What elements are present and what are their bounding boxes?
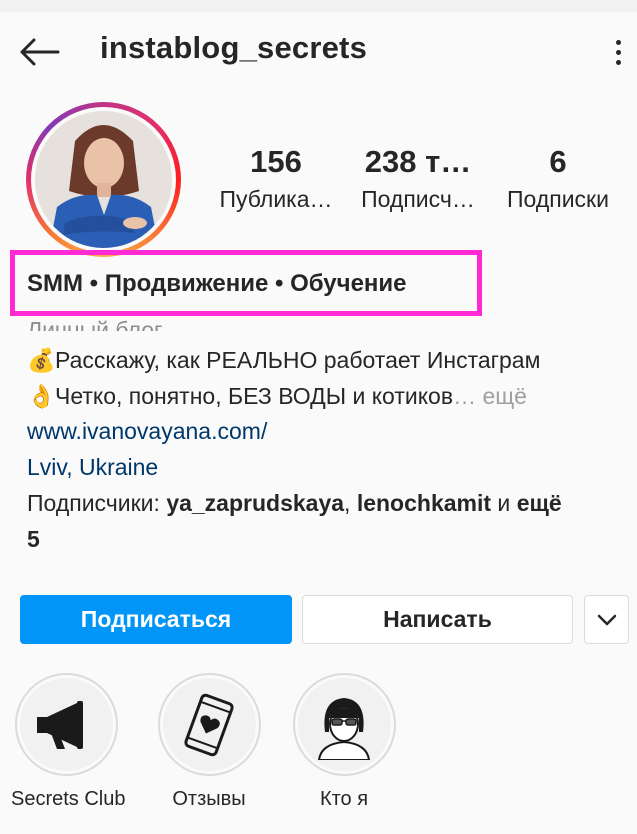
highlight-label: Secrets Club bbox=[11, 788, 126, 810]
following-stat[interactable]: 6 Подписки bbox=[494, 142, 622, 216]
person-glasses-icon bbox=[317, 697, 371, 760]
follow-button[interactable]: Подписаться bbox=[20, 595, 292, 644]
highlight-ring bbox=[157, 673, 261, 776]
following-label: Подписки bbox=[507, 186, 609, 212]
more-vertical-icon bbox=[615, 39, 621, 45]
highlight-reviews[interactable]: Отзывы bbox=[154, 673, 264, 811]
highlight-label: Отзывы bbox=[172, 788, 246, 810]
highlight-secrets-club[interactable]: Secrets Club bbox=[11, 673, 126, 811]
suggested-accounts-button[interactable] bbox=[584, 595, 629, 644]
followers-label: Подписч… bbox=[361, 186, 475, 212]
followed-by-and: и bbox=[491, 490, 517, 516]
highlight-cover bbox=[297, 678, 391, 771]
following-count: 6 bbox=[549, 144, 567, 179]
avatar[interactable] bbox=[26, 102, 181, 257]
message-button[interactable]: Написать bbox=[302, 595, 573, 644]
arrow-left-icon bbox=[20, 38, 60, 66]
ok-hand-icon: 👌 bbox=[27, 383, 56, 409]
status-bar-strip bbox=[0, 0, 637, 12]
chevron-down-icon bbox=[597, 614, 616, 625]
followed-by-prefix: Подписчики: bbox=[27, 490, 167, 516]
bio-line-2: 👌Четко, понятно, БЕЗ ВОДЫ и котиков… ещё bbox=[27, 379, 527, 413]
more-dot bbox=[615, 49, 621, 55]
highlight-cover bbox=[162, 678, 256, 771]
location-link[interactable]: Lviv, Ukraine bbox=[27, 450, 158, 484]
followers-stat[interactable]: 238 т… Подписч… bbox=[352, 142, 484, 216]
highlight-cover bbox=[19, 678, 113, 771]
bio-line-1-text: Расскажу, как РЕАЛЬНО работает Инстаграм bbox=[55, 347, 541, 373]
website-link[interactable]: www.ivanovayana.com/ bbox=[27, 414, 267, 448]
options-menu-button[interactable] bbox=[606, 32, 630, 72]
bio-line-1: 💰Расскажу, как РЕАЛЬНО работает Инстагра… bbox=[27, 343, 540, 377]
profile-category: Личный блог bbox=[27, 317, 163, 331]
profile-photo-illustration bbox=[35, 111, 172, 248]
followed-by-separator: , bbox=[344, 490, 357, 516]
highlight-label: Кто я bbox=[319, 788, 369, 810]
highlight-ring bbox=[292, 673, 396, 776]
annotation-highlight-box bbox=[10, 250, 482, 316]
megaphone-icon bbox=[37, 700, 83, 749]
highlight-about-me[interactable]: Кто я bbox=[289, 673, 399, 811]
back-button[interactable] bbox=[14, 30, 64, 74]
profile-username: instablog_secrets bbox=[100, 30, 368, 65]
followed-by-user-1: ya_zaprudskaya bbox=[166, 490, 345, 516]
avatar-border bbox=[31, 107, 176, 252]
posts-stat[interactable]: 156 Публика… bbox=[214, 142, 338, 216]
followed-by-count: 5 bbox=[27, 526, 40, 552]
followers-count: 238 т… bbox=[364, 144, 472, 179]
followed-by-more: ещё bbox=[516, 490, 562, 516]
bio-more-link[interactable]: … ещё bbox=[453, 383, 527, 409]
phone-heart-icon bbox=[184, 693, 234, 756]
followed-by[interactable]: Подписчики: ya_zaprudskaya, lenochkamit … bbox=[27, 486, 562, 520]
highlight-ring bbox=[14, 673, 118, 776]
bio-line-2-text: Четко, понятно, БЕЗ ВОДЫ и котиков bbox=[55, 383, 454, 409]
posts-count: 156 bbox=[250, 144, 302, 179]
avatar-photo bbox=[35, 111, 172, 248]
posts-label: Публика… bbox=[219, 186, 333, 212]
more-dot bbox=[615, 59, 621, 65]
money-bag-icon: 💰 bbox=[27, 347, 56, 373]
followed-by-user-2: lenochkamit bbox=[356, 490, 492, 516]
